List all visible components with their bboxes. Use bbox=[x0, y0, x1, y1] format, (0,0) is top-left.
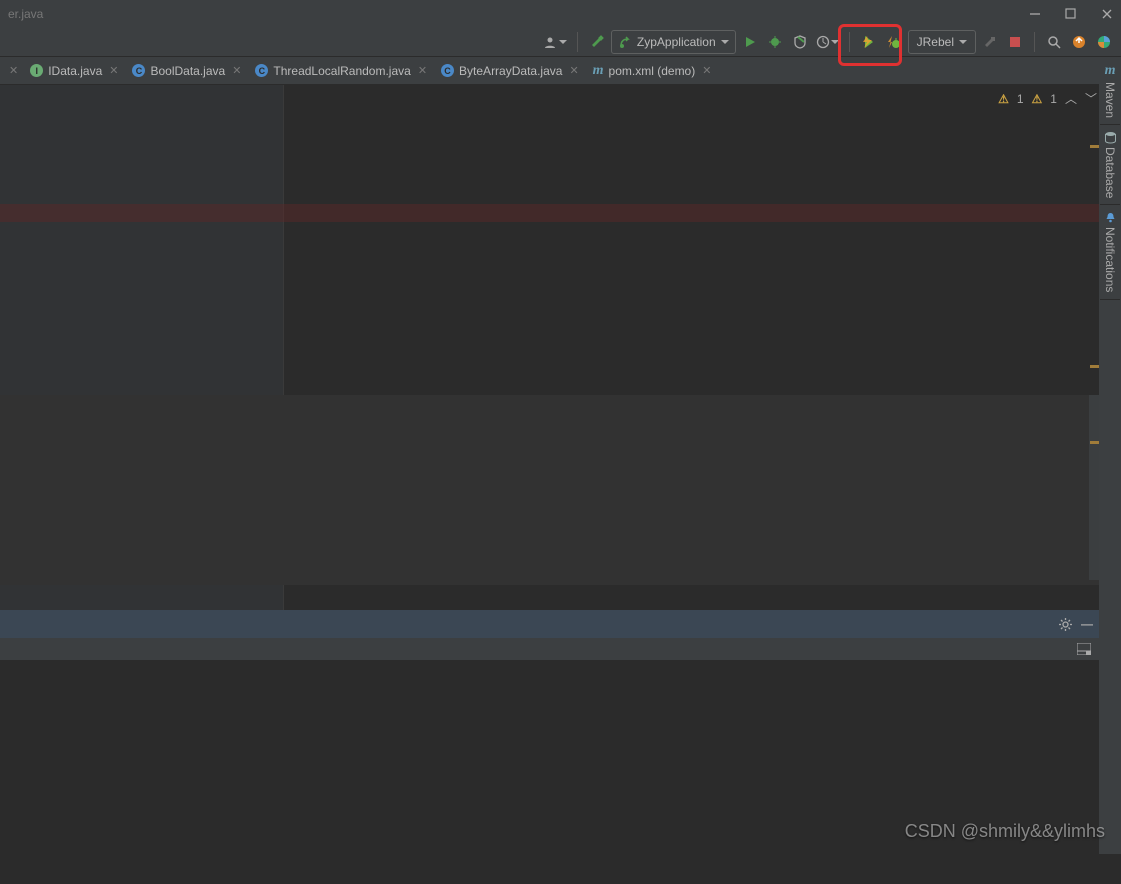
tab-booldata[interactable]: C BoolData.java ✕ bbox=[125, 57, 248, 85]
close-icon[interactable]: ✕ bbox=[232, 64, 241, 77]
tool-database[interactable]: Database bbox=[1100, 125, 1120, 205]
close-icon[interactable]: ✕ bbox=[569, 64, 578, 77]
interface-icon: I bbox=[30, 64, 43, 77]
highlight-band bbox=[0, 395, 1121, 585]
tool-label: Notifications bbox=[1103, 227, 1117, 292]
minimap-mark[interactable] bbox=[1090, 441, 1099, 444]
run-config-select[interactable]: ZypApplication bbox=[611, 30, 736, 54]
titlebar: er.java bbox=[0, 0, 1121, 27]
tab-label: pom.xml (demo) bbox=[609, 64, 696, 78]
toolwindow-body[interactable] bbox=[0, 660, 1099, 884]
tab-threadlocalrandom[interactable]: C ThreadLocalRandom.java ✕ bbox=[248, 57, 434, 85]
tab-close-left[interactable]: ✕ bbox=[4, 64, 23, 77]
warning-icon: ⚠ bbox=[998, 92, 1009, 106]
attach-icon[interactable] bbox=[979, 31, 1001, 53]
close-icon[interactable]: ✕ bbox=[702, 64, 711, 77]
tool-maven[interactable]: m Maven bbox=[1100, 57, 1120, 125]
profile-icon[interactable] bbox=[814, 31, 841, 53]
maven-icon: m bbox=[593, 63, 604, 79]
debug-icon[interactable] bbox=[764, 31, 786, 53]
bell-icon bbox=[1104, 211, 1117, 224]
tab-pomxml[interactable]: m pom.xml (demo) ✕ bbox=[586, 57, 719, 85]
chevron-down-icon bbox=[721, 40, 729, 44]
minimap-mark[interactable] bbox=[1090, 365, 1099, 368]
plugin-icon[interactable] bbox=[1093, 31, 1115, 53]
tool-label: Maven bbox=[1103, 82, 1117, 118]
minimize-icon[interactable] bbox=[1029, 8, 1041, 20]
class-icon: C bbox=[441, 64, 454, 77]
coverage-icon[interactable] bbox=[789, 31, 811, 53]
separator bbox=[849, 32, 850, 52]
warning-count: 1 bbox=[1017, 92, 1024, 106]
hide-icon[interactable]: — bbox=[1081, 617, 1093, 631]
tab-bytearraydata[interactable]: C ByteArrayData.java ✕ bbox=[434, 57, 586, 85]
database-icon bbox=[1104, 131, 1117, 144]
error-stripe-minimap[interactable] bbox=[1090, 85, 1099, 580]
tab-label: ThreadLocalRandom.java bbox=[273, 64, 410, 78]
maximize-icon[interactable] bbox=[1065, 8, 1077, 20]
ide-update-icon[interactable] bbox=[1068, 31, 1090, 53]
run-icon[interactable] bbox=[739, 31, 761, 53]
separator bbox=[1034, 32, 1035, 52]
tab-label: IData.java bbox=[48, 64, 102, 78]
tab-label: ByteArrayData.java bbox=[459, 64, 562, 78]
warning-icon: ⚠ bbox=[1032, 92, 1043, 106]
toolwindow-header: — bbox=[0, 610, 1099, 638]
jrebel-select[interactable]: JRebel bbox=[908, 30, 976, 54]
gear-icon[interactable] bbox=[1058, 617, 1073, 632]
jrebel-debug-icon[interactable] bbox=[883, 31, 905, 53]
tool-notifications[interactable]: Notifications bbox=[1100, 205, 1120, 299]
right-toolwindow-stripe: m Maven Database Notifications bbox=[1099, 57, 1121, 854]
close-icon[interactable] bbox=[1101, 8, 1113, 20]
layout-icon[interactable] bbox=[1077, 643, 1091, 655]
inspection-widget[interactable]: ⚠ 1 ⚠ 1 ︿ ﹀ bbox=[998, 90, 1097, 107]
class-icon: C bbox=[255, 64, 268, 77]
toolwindow-subbar bbox=[0, 638, 1099, 660]
main-toolbar: ZypApplication JRebel bbox=[0, 27, 1121, 57]
editor-area bbox=[0, 85, 1121, 610]
maven-icon: m bbox=[1105, 63, 1116, 79]
editor-tabs: ✕ I IData.java ✕ C BoolData.java ✕ C Thr… bbox=[0, 57, 1121, 85]
warning-count: 1 bbox=[1050, 92, 1057, 106]
build-hammer-icon[interactable] bbox=[586, 31, 608, 53]
stop-icon[interactable] bbox=[1004, 31, 1026, 53]
run-config-label: ZypApplication bbox=[637, 35, 716, 49]
user-icon[interactable] bbox=[541, 31, 569, 53]
window-controls bbox=[1029, 8, 1113, 20]
close-icon[interactable]: ✕ bbox=[418, 64, 427, 77]
tab-label: BoolData.java bbox=[150, 64, 225, 78]
minimap-mark[interactable] bbox=[1090, 145, 1099, 148]
search-icon[interactable] bbox=[1043, 31, 1065, 53]
jrebel-run-icon[interactable] bbox=[858, 31, 880, 53]
tab-idata[interactable]: I IData.java ✕ bbox=[23, 57, 125, 85]
separator bbox=[577, 32, 578, 52]
chevron-down-icon bbox=[959, 40, 967, 44]
watermark: CSDN @shmily&&ylimhs bbox=[905, 821, 1105, 842]
error-stripe bbox=[0, 204, 1121, 222]
class-icon: C bbox=[132, 64, 145, 77]
tool-label: Database bbox=[1103, 147, 1117, 198]
window-title: er.java bbox=[8, 7, 43, 21]
chevron-up-icon[interactable]: ︿ bbox=[1065, 90, 1077, 107]
jrebel-label: JRebel bbox=[917, 35, 954, 49]
close-icon[interactable]: ✕ bbox=[109, 64, 118, 77]
